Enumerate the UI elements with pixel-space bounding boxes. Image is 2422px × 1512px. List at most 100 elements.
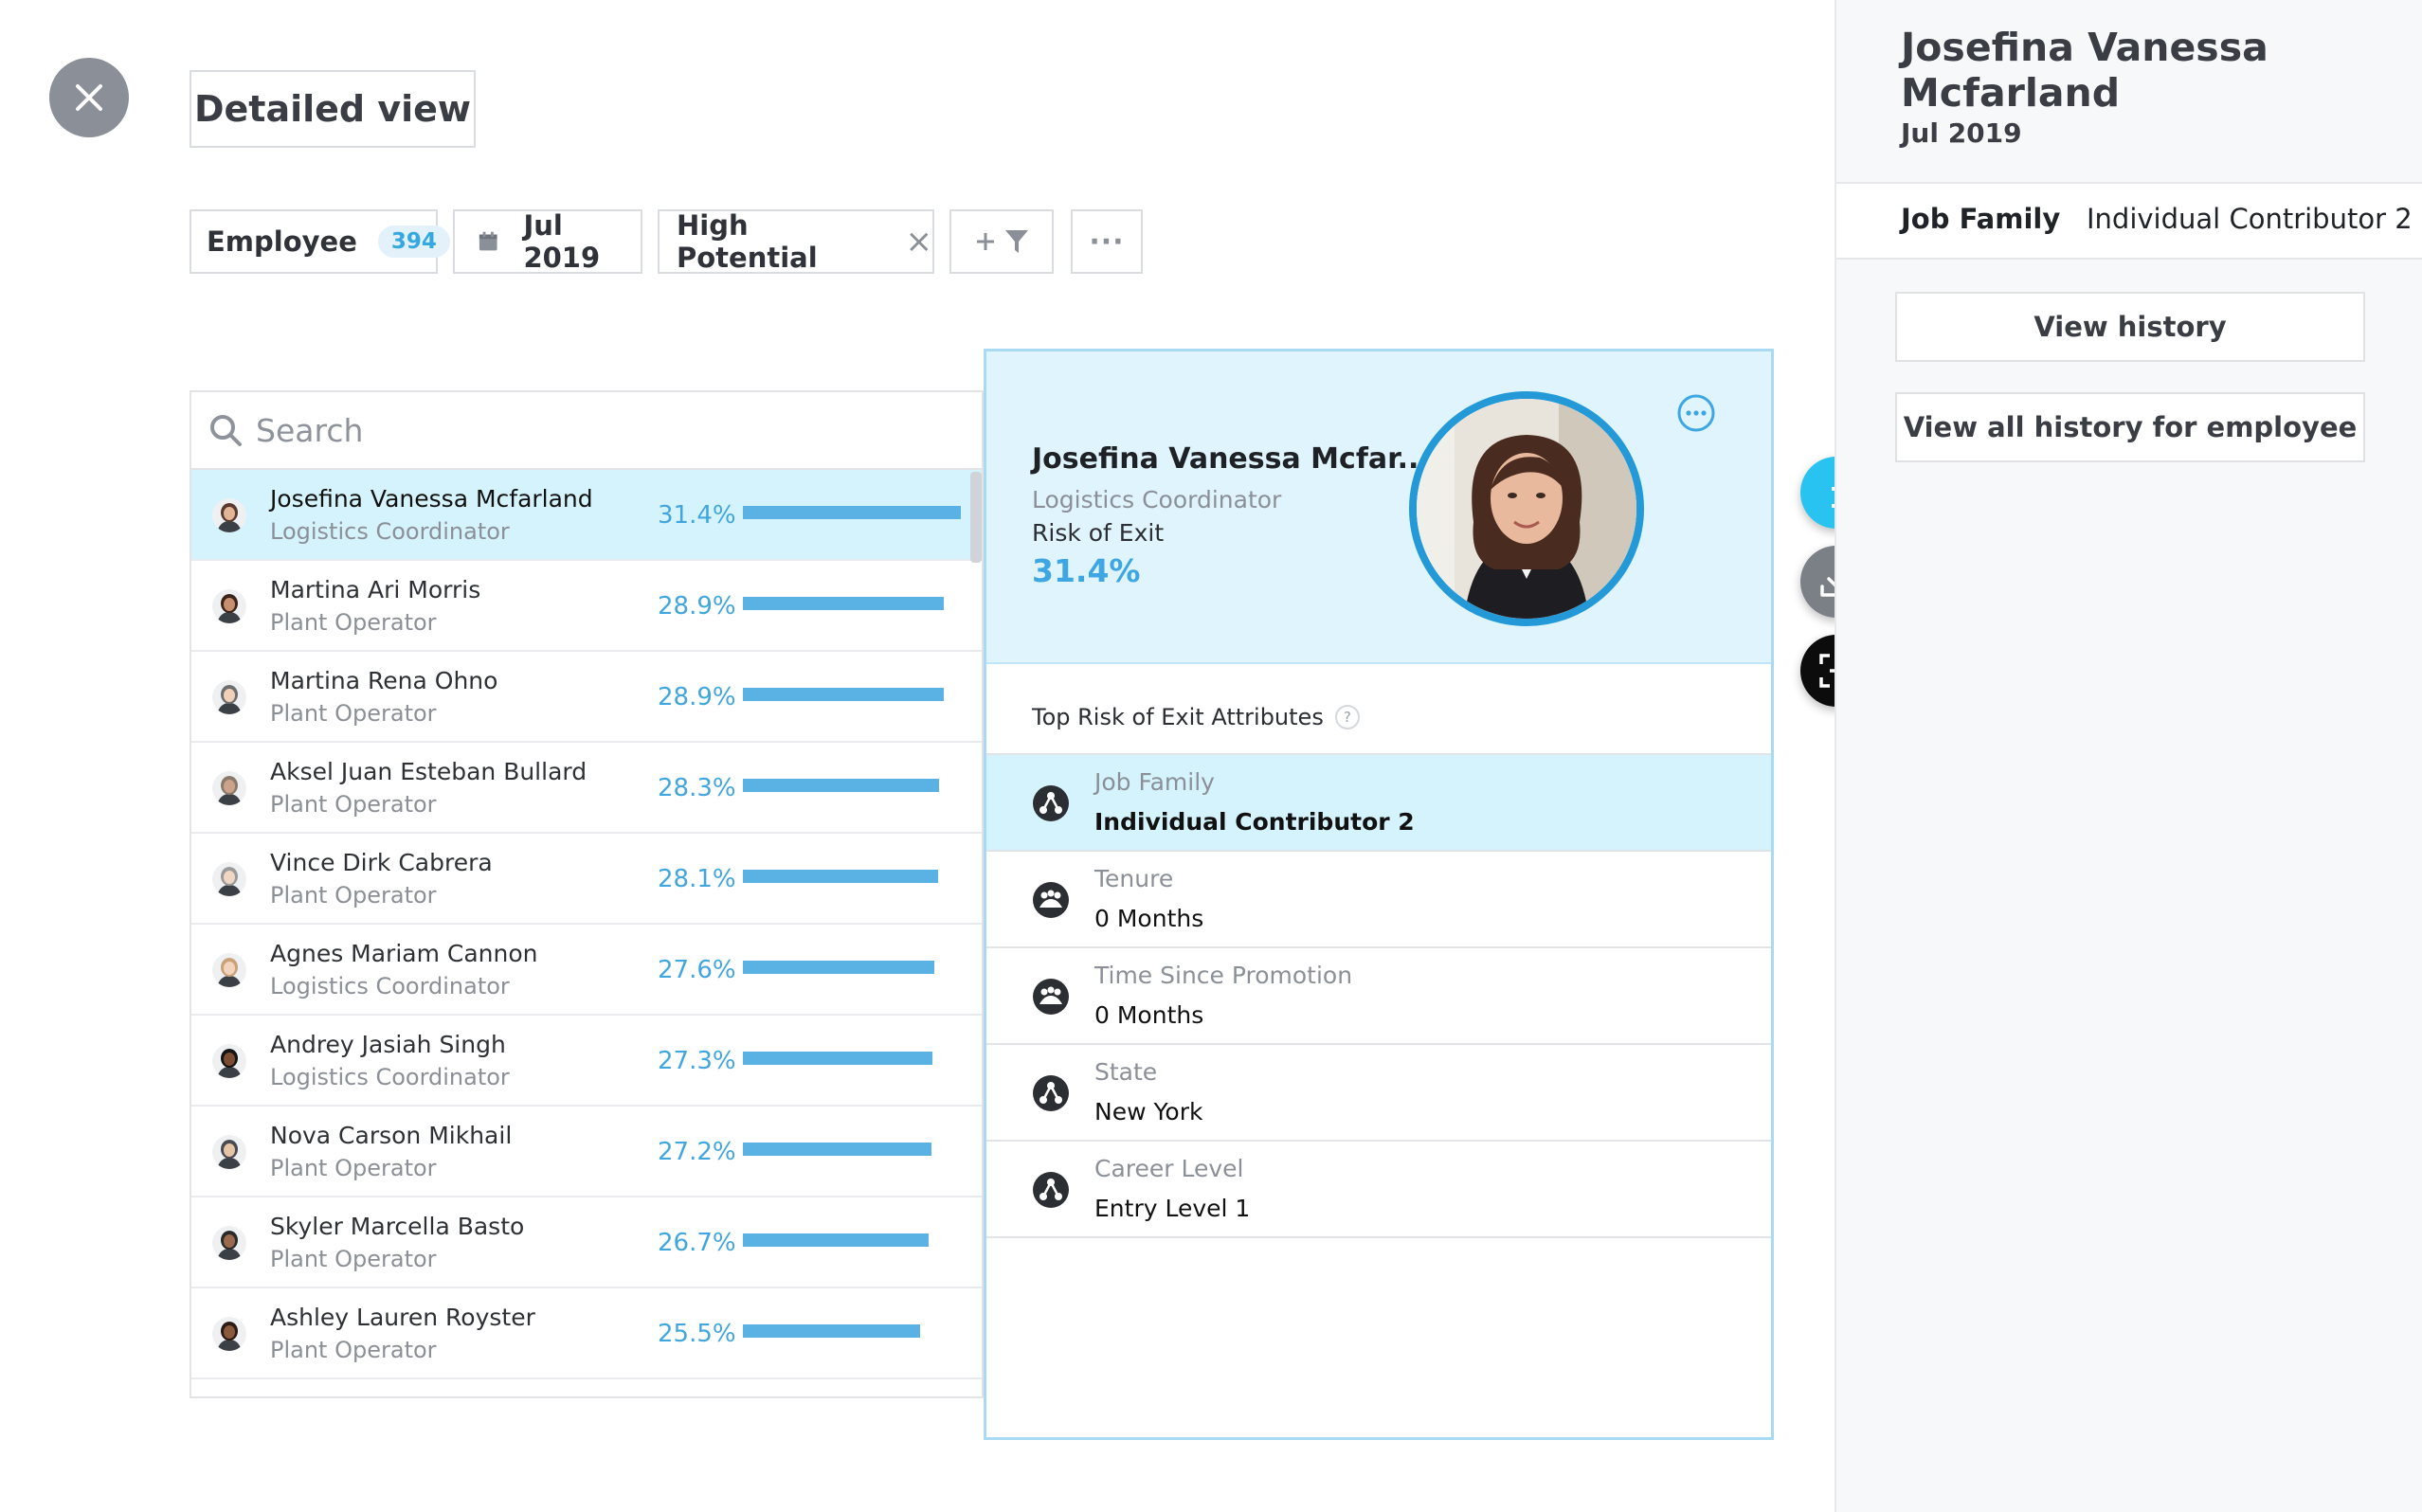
employee-row[interactable]: Aksel Juan Esteban Bullard Plant Operator… (191, 743, 982, 834)
risk-bar (743, 779, 939, 792)
attribute-value: Entry Level 1 (1094, 1195, 1251, 1222)
attribute-row[interactable]: State New York (986, 1045, 1771, 1142)
employee-row[interactable]: Vince Dirk Cabrera Plant Operator 28.1% (191, 834, 982, 925)
risk-of-exit-label: Risk of Exit (1032, 519, 1165, 547)
segment-filter-chip[interactable]: High Potential × (658, 209, 934, 274)
attribute-label: Job Family (1094, 768, 1215, 796)
risk-bar (743, 1143, 931, 1156)
add-filter-button[interactable] (949, 209, 1054, 274)
risk-percent: 26.7% (658, 1229, 736, 1257)
date-filter-chip[interactable]: Jul 2019 (453, 209, 642, 274)
attribute-label: State (1094, 1058, 1158, 1086)
attribute-value: 0 Months (1094, 905, 1204, 932)
employee-avatar (212, 1226, 246, 1260)
employee-name: Skyler Marcella Basto (270, 1213, 525, 1240)
more-options-button[interactable]: ··· (1071, 209, 1143, 274)
list-scrollbar[interactable] (970, 472, 982, 563)
attribute-row[interactable]: Tenure 0 Months (986, 852, 1771, 948)
employee-role: Plant Operator (270, 1337, 437, 1363)
employee-filter-chip[interactable]: Employee 394 (190, 209, 450, 274)
close-button[interactable] (49, 58, 129, 137)
attribute-value: Individual Contributor 2 (1094, 808, 1415, 836)
page-title: Detailed view (190, 70, 476, 148)
employee-role: Plant Operator (270, 1246, 437, 1272)
employee-name: Andrey Jasiah Singh (270, 1031, 506, 1058)
employee-avatar (212, 589, 246, 623)
employee-role: Logistics Coordinator (270, 518, 510, 545)
employee-avatar (212, 680, 246, 714)
employee-role: Logistics Coordinator (270, 973, 510, 999)
attribute-row[interactable]: Career Level Entry Level 1 (986, 1142, 1771, 1238)
employee-name: Agnes Mariam Cannon (270, 940, 538, 967)
attribute-row[interactable]: Job Family Individual Contributor 2 (986, 755, 1771, 852)
sidebar-field-value: Individual Contributor 2 (2087, 203, 2413, 235)
employee-avatar (212, 771, 246, 805)
attribute-row[interactable]: Time Since Promotion 0 Months (986, 948, 1771, 1045)
risk-percent: 27.2% (658, 1138, 736, 1166)
employee-role: Logistics Coordinator (270, 1064, 510, 1090)
risk-percent: 28.9% (658, 592, 736, 621)
group-icon (1032, 881, 1070, 919)
risk-of-exit-value: 31.4% (1032, 552, 1141, 589)
segment-filter-label: High Potential (677, 209, 818, 274)
close-icon (76, 84, 102, 111)
search-placeholder: Search (256, 411, 364, 449)
risk-bar (743, 597, 944, 610)
help-icon[interactable]: ? (1334, 705, 1360, 729)
search-icon (210, 415, 242, 446)
view-history-button[interactable]: View history (1895, 292, 2365, 362)
employee-row[interactable]: Josefina Vanessa Mcfarland Logistics Coor… (191, 470, 982, 561)
group-icon (1032, 978, 1070, 1016)
plus-icon (977, 233, 994, 250)
detail-employee-name: Josefina Vanessa Mcfar... (1032, 442, 1430, 476)
employee-avatar (212, 862, 246, 896)
employee-row[interactable]: Ashley Lauren Royster Plant Operator 25.5% (191, 1288, 982, 1379)
employee-row[interactable]: Andrey Jasiah Singh Logistics Coordinator… (191, 1016, 982, 1107)
risk-bar (743, 688, 944, 701)
more-icon: ··· (1089, 225, 1125, 259)
calendar-icon (479, 231, 497, 251)
employee-list-panel: Search Josefina Vanessa Mcfarland Logisti… (190, 390, 984, 1398)
risk-bar (743, 506, 961, 519)
sidebar-employee-name: Josefina Vanessa Mcfarland (1901, 25, 2268, 116)
employee-name: Vince Dirk Cabrera (270, 849, 493, 876)
detail-employee-role: Logistics Coordinator (1032, 486, 1282, 513)
employee-row[interactable]: Martina Rena Ohno Plant Operator 28.9% (191, 652, 982, 743)
employee-photo (1409, 391, 1644, 626)
risk-percent: 28.1% (658, 865, 736, 893)
employee-row[interactable]: Nova Carson Mikhail Plant Operator 27.2% (191, 1107, 982, 1197)
attribute-label: Career Level (1094, 1155, 1244, 1182)
sidebar-field-row: Job Family Individual Contributor 2 (1836, 182, 2422, 260)
employee-role: Plant Operator (270, 609, 437, 636)
risk-percent: 28.3% (658, 774, 736, 802)
employee-name: Josefina Vanessa Mcfarland (270, 485, 593, 513)
employee-row[interactable]: Skyler Marcella Basto Plant Operator 26.7% (191, 1197, 982, 1288)
employee-detail-card: Josefina Vanessa Mcfar... Logistics Coor… (984, 349, 1774, 1440)
employee-role: Plant Operator (270, 1155, 437, 1181)
date-filter-label: Jul 2019 (523, 209, 601, 274)
remove-filter-icon[interactable]: × (906, 223, 933, 261)
risk-percent: 28.9% (658, 683, 736, 711)
attributes-title-text: Top Risk of Exit Attributes (1032, 704, 1324, 730)
view-all-history-button[interactable]: View all history for employee (1895, 392, 2365, 462)
search-input[interactable]: Search (191, 392, 982, 470)
employee-row[interactable]: Agnes Mariam Cannon Logistics Coordinator… (191, 925, 982, 1016)
risk-bar (743, 870, 938, 883)
network-icon (1032, 1074, 1070, 1112)
employee-name: Aksel Juan Esteban Bullard (270, 758, 587, 785)
employee-avatar (212, 953, 246, 987)
risk-bar (743, 1052, 932, 1065)
risk-percent: 27.3% (658, 1047, 736, 1075)
employee-role: Plant Operator (270, 882, 437, 909)
detail-header: Josefina Vanessa Mcfar... Logistics Coor… (986, 351, 1771, 664)
card-more-icon[interactable] (1676, 393, 1716, 433)
filter-icon (1005, 230, 1028, 253)
employee-row[interactable]: Martina Ari Morris Plant Operator 28.9% (191, 561, 982, 652)
sidebar-date: Jul 2019 (1901, 117, 2022, 149)
attribute-value: 0 Months (1094, 1001, 1204, 1029)
attribute-value: New York (1094, 1098, 1203, 1125)
attribute-list: Job Family Individual Contributor 2 Tenure… (986, 753, 1771, 1238)
employee-name: Ashley Lauren Royster (270, 1304, 535, 1331)
attributes-title: Top Risk of Exit Attributes ? (1032, 704, 1360, 730)
attribute-label: Tenure (1094, 865, 1174, 892)
